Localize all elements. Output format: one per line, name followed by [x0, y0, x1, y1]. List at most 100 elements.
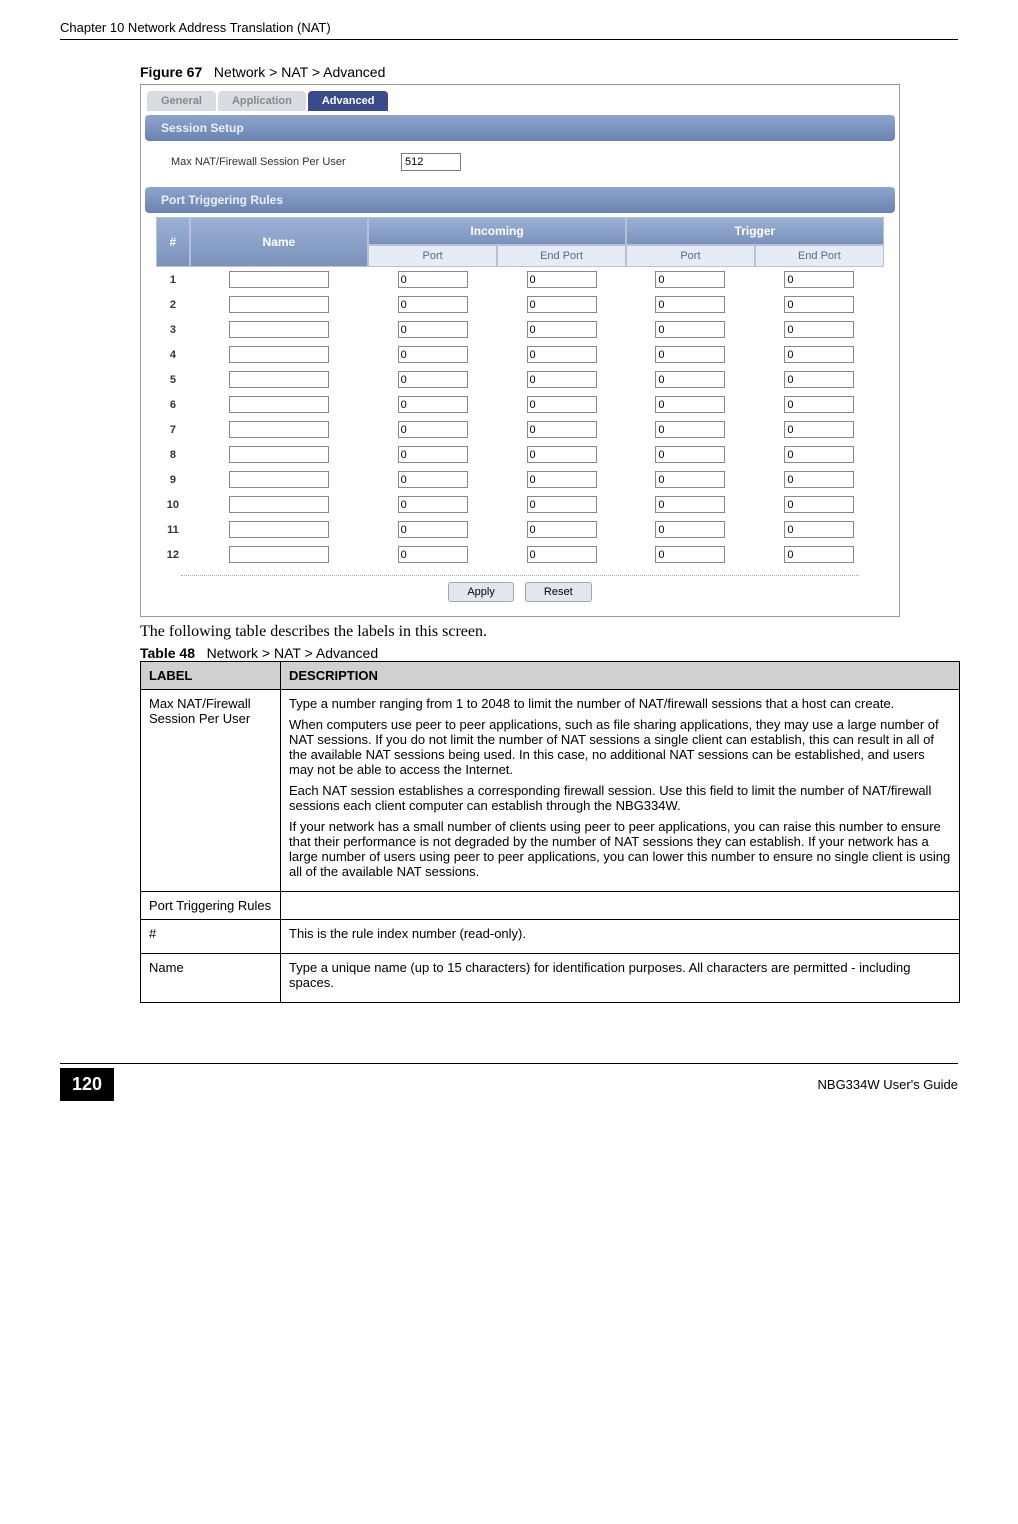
th-trigger-endport: End Port	[755, 245, 884, 267]
trigger-port-input[interactable]	[655, 421, 725, 438]
name-input[interactable]	[229, 521, 329, 538]
th-name: Name	[190, 217, 369, 267]
name-input[interactable]	[229, 471, 329, 488]
incoming-port-input[interactable]	[398, 546, 468, 563]
table-row: 2	[156, 292, 884, 317]
max-session-input[interactable]	[401, 153, 461, 171]
figure-caption: Figure 67 Network > NAT > Advanced	[140, 64, 958, 80]
th-incoming: Incoming	[368, 217, 626, 245]
table-row: NameType a unique name (up to 15 charact…	[141, 954, 960, 1003]
trigger-port-input[interactable]	[655, 346, 725, 363]
body-text: The following table describes the labels…	[140, 623, 958, 641]
trigger-port-input[interactable]	[655, 371, 725, 388]
incoming-endport-input[interactable]	[527, 446, 597, 463]
trigger-endport-input[interactable]	[784, 346, 854, 363]
table-row: 12	[156, 542, 884, 567]
incoming-endport-input[interactable]	[527, 421, 597, 438]
name-input[interactable]	[229, 346, 329, 363]
row-num: 10	[156, 492, 189, 517]
trigger-port-input[interactable]	[655, 396, 725, 413]
trigger-port-input[interactable]	[655, 296, 725, 313]
page-footer: 120 NBG334W User's Guide	[60, 1063, 958, 1101]
incoming-port-input[interactable]	[398, 346, 468, 363]
description-paragraph: If your network has a small number of cl…	[289, 819, 951, 879]
trigger-endport-input[interactable]	[784, 371, 854, 388]
incoming-port-input[interactable]	[398, 271, 468, 288]
tab-general[interactable]: General	[147, 91, 216, 111]
incoming-endport-input[interactable]	[527, 271, 597, 288]
name-input[interactable]	[229, 546, 329, 563]
row-num: 9	[156, 467, 189, 492]
incoming-port-input[interactable]	[398, 471, 468, 488]
name-input[interactable]	[229, 371, 329, 388]
trigger-endport-input[interactable]	[784, 471, 854, 488]
port-triggering-table: # Name Incoming Trigger Port End Port Po…	[156, 217, 884, 567]
incoming-port-input[interactable]	[398, 496, 468, 513]
trigger-endport-input[interactable]	[784, 496, 854, 513]
trigger-port-input[interactable]	[655, 496, 725, 513]
trigger-endport-input[interactable]	[784, 546, 854, 563]
figure-label: Figure 67	[140, 64, 202, 80]
incoming-endport-input[interactable]	[527, 546, 597, 563]
reset-button[interactable]: Reset	[525, 582, 592, 602]
table-row: 11	[156, 517, 884, 542]
incoming-endport-input[interactable]	[527, 296, 597, 313]
name-input[interactable]	[229, 496, 329, 513]
table-row: 4	[156, 342, 884, 367]
name-input[interactable]	[229, 421, 329, 438]
trigger-port-input[interactable]	[655, 321, 725, 338]
incoming-endport-input[interactable]	[527, 521, 597, 538]
table-row: 9	[156, 467, 884, 492]
incoming-port-input[interactable]	[398, 296, 468, 313]
incoming-endport-input[interactable]	[527, 471, 597, 488]
incoming-port-input[interactable]	[398, 321, 468, 338]
table-caption-text: Network > NAT > Advanced	[207, 645, 378, 661]
trigger-endport-input[interactable]	[784, 296, 854, 313]
trigger-endport-input[interactable]	[784, 271, 854, 288]
chapter-header: Chapter 10 Network Address Translation (…	[60, 20, 958, 40]
description-paragraph: This is the rule index number (read-only…	[289, 926, 951, 941]
trigger-endport-input[interactable]	[784, 396, 854, 413]
trigger-endport-input[interactable]	[784, 321, 854, 338]
name-input[interactable]	[229, 321, 329, 338]
name-input[interactable]	[229, 296, 329, 313]
apply-button[interactable]: Apply	[448, 582, 514, 602]
th-num: #	[156, 217, 189, 267]
incoming-port-input[interactable]	[398, 446, 468, 463]
name-input[interactable]	[229, 446, 329, 463]
description-paragraph: Each NAT session establishes a correspon…	[289, 783, 951, 813]
th-incoming-port: Port	[368, 245, 497, 267]
incoming-endport-input[interactable]	[527, 496, 597, 513]
trigger-port-input[interactable]	[655, 446, 725, 463]
screenshot-panel: General Application Advanced Session Set…	[140, 84, 900, 617]
section-session-setup: Session Setup	[145, 115, 895, 141]
row-num: 6	[156, 392, 189, 417]
trigger-port-input[interactable]	[655, 546, 725, 563]
table-row: 10	[156, 492, 884, 517]
incoming-port-input[interactable]	[398, 521, 468, 538]
trigger-port-input[interactable]	[655, 271, 725, 288]
incoming-port-input[interactable]	[398, 421, 468, 438]
row-num: 2	[156, 292, 189, 317]
row-num: 1	[156, 267, 189, 292]
tab-advanced[interactable]: Advanced	[308, 91, 389, 111]
tab-application[interactable]: Application	[218, 91, 306, 111]
label-cell: Port Triggering Rules	[141, 892, 281, 920]
name-input[interactable]	[229, 396, 329, 413]
incoming-endport-input[interactable]	[527, 396, 597, 413]
name-input[interactable]	[229, 271, 329, 288]
trigger-endport-input[interactable]	[784, 446, 854, 463]
table-row: 7	[156, 417, 884, 442]
incoming-port-input[interactable]	[398, 396, 468, 413]
incoming-port-input[interactable]	[398, 371, 468, 388]
trigger-endport-input[interactable]	[784, 421, 854, 438]
session-setup-row: Max NAT/Firewall Session Per User	[141, 145, 899, 183]
button-row: Apply Reset	[181, 575, 859, 616]
incoming-endport-input[interactable]	[527, 346, 597, 363]
incoming-endport-input[interactable]	[527, 321, 597, 338]
incoming-endport-input[interactable]	[527, 371, 597, 388]
trigger-endport-input[interactable]	[784, 521, 854, 538]
trigger-port-input[interactable]	[655, 521, 725, 538]
trigger-port-input[interactable]	[655, 471, 725, 488]
row-num: 8	[156, 442, 189, 467]
